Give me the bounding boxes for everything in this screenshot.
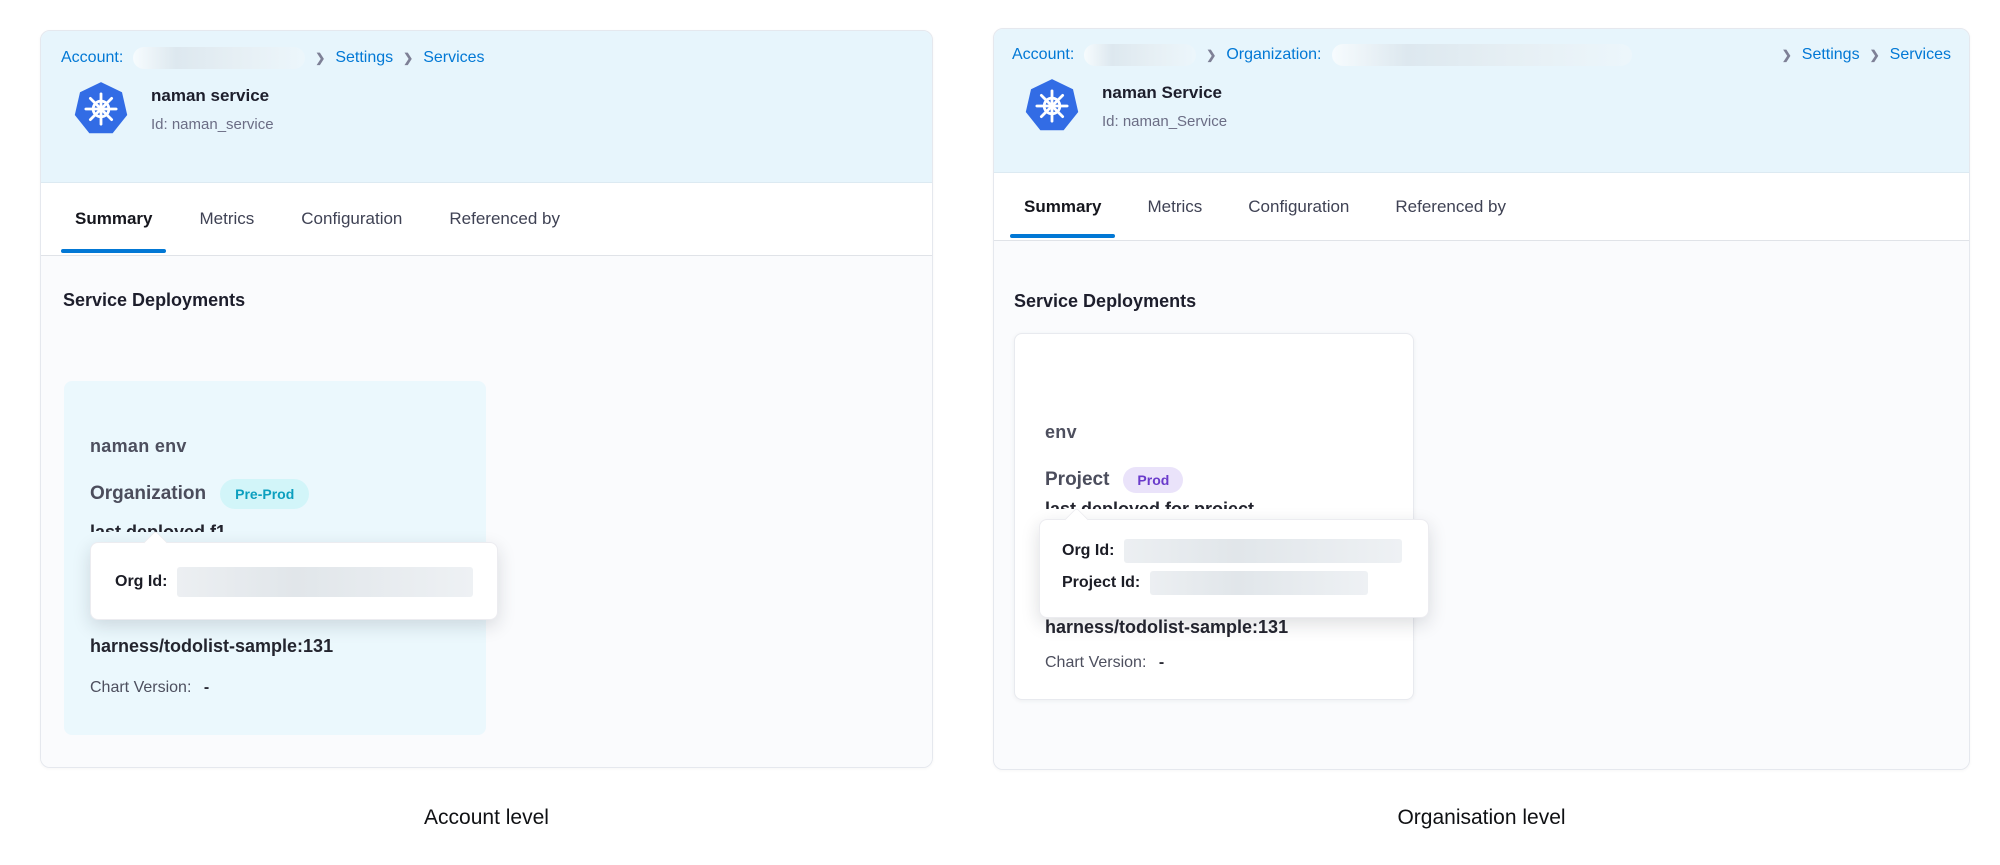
project-id-label: Project Id: [1062,574,1140,592]
org-id-tooltip: Org Id: [90,542,498,620]
chevron-right-icon: ❯ [1782,48,1792,62]
tab-referenced-by[interactable]: Referenced by [1395,173,1506,240]
chart-version-value: - [204,679,209,696]
org-id-label: Org Id: [1062,542,1114,560]
service-id: Id: naman_service [151,116,274,133]
service-id: Id: naman_Service [1102,113,1227,130]
caption-account-level: Account level [40,806,933,830]
scope-label: Project [1045,469,1109,491]
breadcrumb-organization-link[interactable]: Organization: [1226,46,1321,64]
scope-row: Organization Pre-Prod [90,479,309,509]
org-project-id-tooltip: Org Id: Project Id: [1039,519,1429,618]
project-id-redacted-bar [1150,571,1368,595]
section-title-service-deployments: Service Deployments [1014,291,1196,312]
active-tab-underline [1010,234,1115,238]
tooltip-row-project: Project Id: [1062,571,1410,595]
chart-version-line: Chart Version: - [90,679,209,697]
breadcrumb-services-link[interactable]: Services [1890,46,1951,64]
organization-name-redacted-chip [1332,44,1632,66]
kubernetes-icon [1024,78,1080,134]
deployment-card: naman env Organization Pre-Prod last dep… [64,381,486,735]
chart-version-label: Chart Version: [90,679,191,696]
chevron-right-icon: ❯ [1206,48,1216,62]
service-title-block: naman service Id: naman_service [151,86,274,133]
tab-referenced-by-label: Referenced by [449,209,560,229]
tab-summary[interactable]: Summary [75,183,152,255]
breadcrumb-services-link[interactable]: Services [423,49,484,67]
scope-row: Project Prod [1045,467,1183,493]
tab-referenced-by-label: Referenced by [1395,197,1506,217]
summary-content: Service Deployments naman env Organizati… [41,256,932,767]
breadcrumb-trailing-links: ❯ Settings ❯ Services [1782,46,1951,64]
org-id-redacted-bar [1124,539,1402,563]
scope-label: Organization [90,483,206,505]
tab-summary[interactable]: Summary [1024,173,1101,240]
chevron-right-icon: ❯ [403,51,413,65]
account-name-redacted-chip [1084,44,1196,66]
tab-metrics[interactable]: Metrics [199,183,254,255]
kubernetes-icon [73,81,129,137]
tooltip-caret-icon [143,530,167,554]
breadcrumb-settings-link[interactable]: Settings [1802,46,1860,64]
tab-referenced-by[interactable]: Referenced by [449,183,560,255]
env-type-badge: Pre-Prod [220,479,309,509]
summary-content: Service Deployments env Project Prod las… [994,241,1969,769]
section-title-service-deployments: Service Deployments [63,290,245,311]
active-tab-underline [61,249,166,253]
service-identity: naman service Id: naman_service [61,81,914,137]
tab-configuration[interactable]: Configuration [301,183,402,255]
tab-configuration-label: Configuration [1248,197,1349,217]
breadcrumb-account-link[interactable]: Account: [61,49,123,67]
chevron-right-icon: ❯ [1870,48,1880,62]
tooltip-row-org: Org Id: [1062,539,1410,563]
tab-metrics-label: Metrics [199,209,254,229]
account-name-redacted-chip [133,47,305,69]
tooltip-row-org: Org Id: [115,567,477,597]
tooltip-caret-icon [1064,507,1088,531]
artifact-name: harness/todolist-sample:131 [90,636,333,657]
tab-summary-label: Summary [75,209,152,229]
service-title-block: naman Service Id: naman_Service [1102,83,1227,130]
service-tabs: Summary Metrics Configuration Referenced… [994,173,1969,241]
tab-metrics-label: Metrics [1147,197,1202,217]
service-header-band: Account: ❯ Settings ❯ Services [41,31,932,183]
service-header-band: Account: ❯ Organization: ❯ Settings ❯ Se… [994,29,1969,173]
caption-organisation-level: Organisation level [993,806,1970,830]
account-level-panel: Account: ❯ Settings ❯ Services [40,30,933,768]
tab-configuration-label: Configuration [301,209,402,229]
breadcrumb-account-link[interactable]: Account: [1012,46,1074,64]
chart-version-label: Chart Version: [1045,654,1146,671]
deployment-card: env Project Prod last deployed for proje… [1014,333,1414,700]
occluded-text-line: last deployed for project [1045,500,1305,509]
organisation-level-panel: Account: ❯ Organization: ❯ Settings ❯ Se… [993,28,1970,770]
breadcrumb: Account: ❯ Settings ❯ Services [61,47,914,69]
environment-name: env [1045,422,1077,443]
service-tabs: Summary Metrics Configuration Referenced… [41,183,932,256]
service-title: naman Service [1102,83,1227,103]
environment-name: naman env [90,436,187,457]
env-type-badge: Prod [1123,467,1183,493]
breadcrumb-settings-link[interactable]: Settings [335,49,393,67]
org-id-redacted-bar [177,567,473,597]
breadcrumb: Account: ❯ Organization: ❯ Settings ❯ Se… [1012,44,1951,66]
tab-configuration[interactable]: Configuration [1248,173,1349,240]
service-title: naman service [151,86,274,106]
chart-version-value: - [1159,654,1164,671]
artifact-name: harness/todolist-sample:131 [1045,617,1288,638]
org-id-label: Org Id: [115,573,167,591]
chart-version-line: Chart Version: - [1045,654,1164,672]
occluded-text-line: last deployed f1 [90,523,320,532]
chevron-right-icon: ❯ [315,51,325,65]
service-identity: naman Service Id: naman_Service [1012,78,1951,134]
tab-summary-label: Summary [1024,197,1101,217]
tab-metrics[interactable]: Metrics [1147,173,1202,240]
